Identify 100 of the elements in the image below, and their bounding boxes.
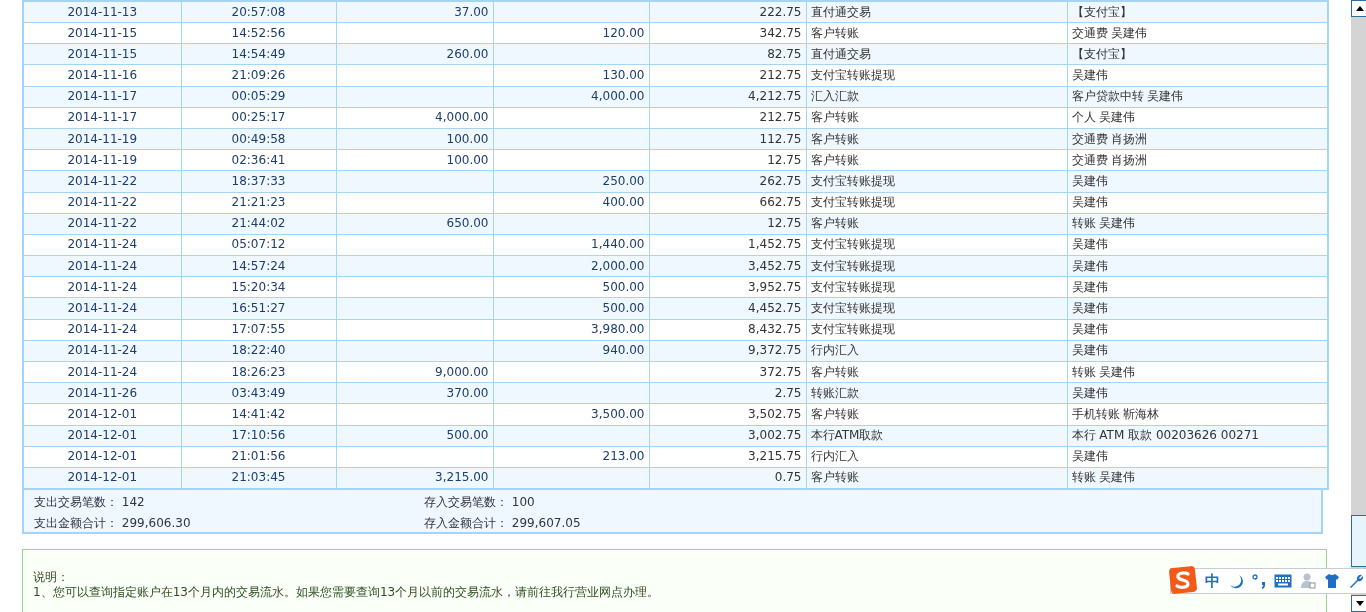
table-cell: 662.75: [649, 192, 806, 214]
table-cell: 500.00: [493, 297, 649, 320]
table-cell: 2014-11-24: [23, 276, 181, 298]
moon-icon[interactable]: [1228, 573, 1244, 589]
table-cell: 12.75: [649, 213, 806, 235]
table-cell: 212.75: [649, 64, 806, 87]
table-cell: 2014-11-13: [23, 1, 181, 23]
table-cell: 4,000.00: [493, 86, 649, 108]
table-cell: 客户转账: [806, 149, 1067, 171]
summary-text: 存入金额合计： 299,607.05: [424, 514, 582, 532]
table-cell: 2014-11-24: [23, 319, 181, 341]
table-cell: 17:07:55: [181, 319, 336, 341]
table-cell: 2014-11-24: [23, 340, 181, 362]
table-cell: 03:43:49: [181, 382, 336, 404]
table-cell: 汇入汇款: [806, 86, 1067, 108]
table-cell: 3,502.75: [649, 403, 806, 426]
table-cell: 222.75: [649, 1, 806, 23]
table-cell: 00:49:58: [181, 128, 336, 150]
table-cell: 2014-11-17: [23, 107, 181, 129]
table-cell: 20:57:08: [181, 1, 336, 23]
table-cell: 转账汇款: [806, 382, 1067, 404]
table-cell: 3,500.00: [493, 403, 649, 426]
table-cell: 2014-11-22: [23, 213, 181, 235]
summary-text: 存入交易笔数： 100: [424, 493, 536, 511]
table-cell: 客户转账: [806, 107, 1067, 129]
table-cell: 21:01:56: [181, 446, 336, 468]
table-cell: 940.00: [493, 340, 649, 362]
table-cell: 00:05:29: [181, 86, 336, 108]
scroll-down-icon[interactable]: [1351, 595, 1366, 612]
table-cell: 3,452.75: [649, 255, 806, 277]
table-cell: 02:36:41: [181, 149, 336, 171]
table-cell: 2014-11-22: [23, 170, 181, 192]
table-cell: 1,452.75: [649, 234, 806, 256]
table-cell: 行内汇入: [806, 446, 1067, 468]
table-cell: 4,452.75: [649, 297, 806, 320]
table-cell: 9,000.00: [336, 361, 493, 383]
shirt-icon[interactable]: [1324, 573, 1340, 589]
table-cell: 客户转账: [806, 403, 1067, 426]
table-cell: 18:26:23: [181, 361, 336, 383]
table-cell: 12.75: [649, 149, 806, 171]
table-cell: 支付宝转账提现: [806, 170, 1067, 192]
table-cell: 14:52:56: [181, 22, 336, 44]
table-cell: 100.00: [336, 128, 493, 150]
table-cell: 2014-12-01: [23, 446, 181, 468]
table-cell: 支付宝转账提现: [806, 276, 1067, 298]
table-cell: 9,372.75: [649, 340, 806, 362]
table-cell: 500.00: [493, 276, 649, 298]
table-cell: 2014-12-01: [23, 403, 181, 426]
logo-icon[interactable]: [1169, 566, 1197, 594]
table-cell: 400.00: [493, 192, 649, 214]
table-cell: 18:22:40: [181, 340, 336, 362]
scroll-thumb[interactable]: [1351, 515, 1366, 567]
notes-title: 说明：: [33, 569, 69, 585]
table-cell: 14:57:24: [181, 255, 336, 277]
table-cell: 2014-11-24: [23, 361, 181, 383]
table-cell: 650.00: [336, 213, 493, 235]
table-cell: 130.00: [493, 64, 649, 87]
table-cell: 37.00: [336, 1, 493, 23]
table-cell: 2014-11-26: [23, 382, 181, 404]
table-cell: 500.00: [336, 425, 493, 447]
scroll-up-icon[interactable]: [1351, 0, 1366, 17]
table-cell: 213.00: [493, 446, 649, 468]
table-cell: 3,952.75: [649, 276, 806, 298]
table-cell: 支付宝转账提现: [806, 192, 1067, 214]
table-cell: 客户转账: [806, 361, 1067, 383]
table-cell: 客户转账: [806, 213, 1067, 235]
table-cell: 21:44:02: [181, 213, 336, 235]
table-cell: 14:41:42: [181, 403, 336, 426]
table-cell: 2014-11-17: [23, 86, 181, 108]
table-cell: 250.00: [493, 170, 649, 192]
table-cell: 17:10:56: [181, 425, 336, 447]
table-cell: 2014-11-24: [23, 234, 181, 256]
table-cell: 4,212.75: [649, 86, 806, 108]
table-cell: 262.75: [649, 170, 806, 192]
punctuation-icon[interactable]: [1252, 573, 1266, 589]
table-cell: 2014-11-15: [23, 43, 181, 65]
table-cell: 3,002.75: [649, 425, 806, 447]
table-cell: 342.75: [649, 22, 806, 44]
table-cell: 21:21:23: [181, 192, 336, 214]
table-cell: 支付宝转账提现: [806, 64, 1067, 87]
table-cell: 21:09:26: [181, 64, 336, 87]
note-text: 1、您可以查询指定账户在13个月内的交易流水。如果您需要查询13个月以前的交易流水，请前往我行营业网点办理。: [33, 584, 660, 600]
table-cell: 14:54:49: [181, 43, 336, 65]
table-cell: 18:37:33: [181, 170, 336, 192]
table-cell: 2014-12-01: [23, 425, 181, 447]
table-cell: 客户转账: [806, 22, 1067, 44]
table-cell: 16:51:27: [181, 297, 336, 320]
table-cell: 支付宝转账提现: [806, 319, 1067, 341]
summary-text: 支出金额合计： 299,606.30: [34, 514, 192, 532]
table-cell: 100.00: [336, 149, 493, 171]
input-mode[interactable]: 中: [1205, 572, 1220, 590]
table-cell: 370.00: [336, 382, 493, 404]
wrench-icon[interactable]: [1348, 573, 1364, 589]
table-cell: 2014-11-24: [23, 255, 181, 277]
table-cell: 120.00: [493, 22, 649, 44]
table-cell: 8,432.75: [649, 319, 806, 341]
summary-text: 支出交易笔数： 142: [34, 493, 146, 511]
keyboard-icon[interactable]: [1274, 574, 1292, 588]
table-cell: 2014-11-19: [23, 149, 181, 171]
table-cell: 直付通交易: [806, 1, 1067, 23]
